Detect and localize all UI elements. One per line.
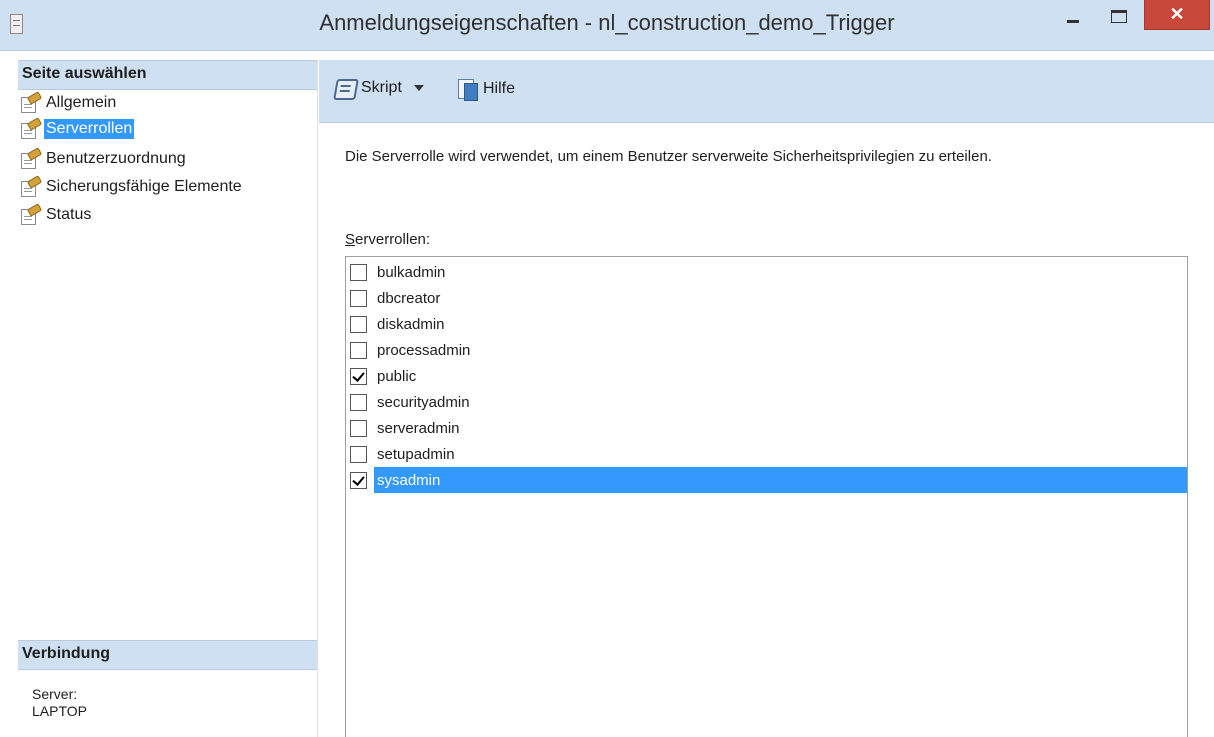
connection-header: Verbindung	[18, 640, 317, 670]
role-checkbox[interactable]	[350, 419, 367, 437]
role-checkbox[interactable]	[350, 367, 367, 385]
role-checkbox[interactable]	[350, 289, 367, 307]
minimize-icon	[1067, 20, 1079, 23]
list-item[interactable]: dbcreator	[346, 285, 1189, 311]
sidebar-item-benutzerzuordnung[interactable]: Benutzerzuordnung	[20, 146, 188, 172]
accesskey-letter: S	[345, 231, 356, 248]
role-name: securityadmin	[377, 393, 470, 411]
list-item[interactable]: serveradmin	[346, 415, 1189, 441]
script-label: Skript	[361, 79, 402, 96]
page-icon	[20, 175, 43, 197]
sidebar-item-label: Sicherungsfähige Elemente	[46, 178, 242, 195]
list-item[interactable]: securityadmin	[346, 389, 1189, 415]
server-roles-label-text: erverrollen:	[355, 231, 431, 248]
connection-info: Server: LAPTOP	[32, 686, 87, 720]
server-value: LAPTOP	[32, 703, 87, 719]
script-button[interactable]: Skript	[333, 77, 432, 100]
page-selector-pane: Seite auswählen Allgemein Serverrollen B…	[18, 60, 318, 737]
window-title: Anmeldungseigenschaften - nl_constructio…	[319, 10, 895, 35]
role-name: serveradmin	[377, 419, 460, 437]
role-name: bulkadmin	[377, 263, 446, 281]
role-name: setupadmin	[377, 445, 455, 463]
server-roles-label: Serverrollen:	[345, 231, 430, 248]
help-icon	[455, 77, 479, 101]
sidebar-item-status[interactable]: Status	[20, 202, 93, 228]
role-checkbox[interactable]	[350, 263, 367, 281]
select-page-header: Seite auswählen	[18, 60, 317, 90]
minimize-button[interactable]	[1050, 0, 1096, 34]
page-icon	[20, 147, 43, 169]
chevron-down-icon[interactable]	[413, 85, 424, 91]
sidebar-item-label: Status	[46, 206, 92, 223]
role-name: diskadmin	[377, 315, 445, 333]
role-name: processadmin	[377, 341, 471, 359]
sidebar-item-allgemein[interactable]: Allgemein	[20, 90, 118, 116]
maximize-button[interactable]	[1096, 0, 1142, 34]
sidebar-item-serverrollen[interactable]: Serverrollen	[20, 116, 135, 142]
page-icon	[20, 91, 43, 113]
sidebar-item-label: Benutzerzuordnung	[46, 150, 186, 167]
script-icon	[333, 77, 359, 100]
role-checkbox[interactable]	[350, 471, 367, 489]
toolbar: Skript Hilfe	[319, 60, 1214, 123]
page-icon	[20, 117, 43, 139]
list-item-selected[interactable]: sysadmin	[350, 467, 1187, 493]
role-checkbox[interactable]	[350, 393, 367, 411]
sidebar-item-label: Serverrollen	[44, 119, 135, 139]
description-text: Die Serverrolle wird verwendet, um einem…	[345, 148, 992, 165]
close-icon: ✕	[1169, 4, 1185, 24]
role-checkbox[interactable]	[350, 315, 367, 333]
maximize-icon	[1111, 10, 1127, 23]
role-checkbox[interactable]	[350, 341, 367, 359]
server-roles-list[interactable]: bulkadmin dbcreator diskadmin processadm…	[345, 256, 1188, 737]
list-item[interactable]: setupadmin	[346, 441, 1189, 467]
role-checkbox[interactable]	[350, 445, 367, 463]
list-item[interactable]: diskadmin	[346, 311, 1189, 337]
sidebar-item-label: Allgemein	[46, 94, 117, 111]
server-label: Server:	[32, 686, 78, 702]
role-name: sysadmin	[377, 471, 441, 489]
list-item[interactable]: processadmin	[346, 337, 1189, 363]
close-button[interactable]: ✕	[1144, 0, 1210, 30]
page-icon	[20, 203, 43, 225]
list-item[interactable]: bulkadmin	[346, 259, 1189, 285]
list-item[interactable]: public	[346, 363, 1189, 389]
help-button[interactable]: Hilfe	[455, 77, 515, 101]
role-name: dbcreator	[377, 289, 441, 307]
sidebar-item-sicherungsfaehige-elemente[interactable]: Sicherungsfähige Elemente	[20, 174, 244, 200]
title-bar: Anmeldungseigenschaften - nl_constructio…	[0, 0, 1214, 51]
role-name: public	[377, 367, 417, 385]
help-label: Hilfe	[483, 80, 516, 97]
